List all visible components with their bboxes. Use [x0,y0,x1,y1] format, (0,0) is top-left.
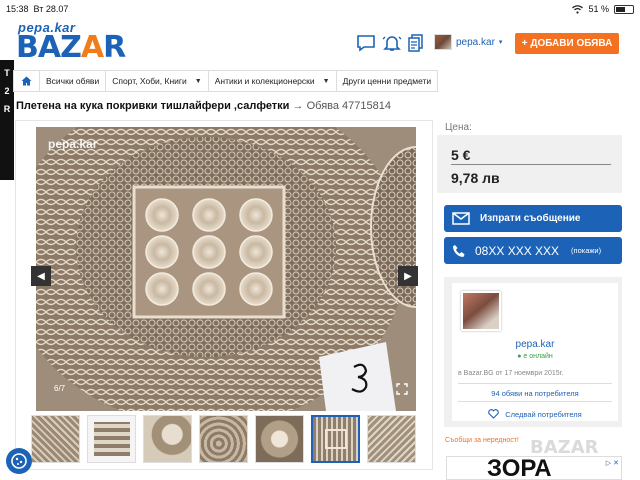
thumbnail-7[interactable] [367,415,416,463]
breadcrumb-item-all[interactable]: Всички обяви [40,71,107,91]
thumbnail-5[interactable] [255,415,304,463]
user-menu-name: pepa.kar [456,36,495,48]
ad-brand: ЗОРА [487,456,552,480]
heart-icon [488,409,500,419]
follow-label: Следвай потребителя [505,410,582,419]
thumbnail-strip [31,415,416,463]
thumbnail-2[interactable] [87,415,136,463]
photo-gallery: pepa.kar 6/7 ◀ ▶ [15,120,433,470]
breadcrumb-item-antiques[interactable]: Антики и колекционерски ▼ [209,71,337,91]
chevron-down-icon: ▾ [498,39,503,46]
ad-choices-icon[interactable]: ▷ ✕ [606,459,619,467]
price-eur: 5 € [451,147,471,163]
battery-icon [614,4,634,14]
status-time: 15:38 [6,4,29,14]
listing-title-text: Плетена на кука покривки тишлайфери ,сал… [16,100,290,112]
thumbnail-4[interactable] [199,415,248,463]
member-since: в Bazar.BG от 17 ноември 2015г. [458,370,564,377]
price-divider [451,164,611,165]
main-photo[interactable]: pepa.kar 6/7 [36,127,416,411]
listing-title: Плетена на кука покривки тишлайфери ,сал… [16,100,391,112]
next-photo-button[interactable]: ▶ [398,266,418,286]
fullscreen-icon[interactable] [396,383,408,395]
home-icon [21,76,32,86]
documents-icon[interactable] [406,34,426,52]
seller-card: pepa.kar ● е онлайн в Bazar.BG от 17 ное… [444,277,622,427]
breadcrumb-item-other[interactable]: Други ценни предмети [337,71,438,91]
listing-arrow: → [292,100,304,112]
logo-text: BAZAR [16,30,126,65]
photo-watermark: pepa.kar [48,137,98,151]
battery-percent: 51 % [588,4,609,14]
show-phone-button[interactable]: 08XX XXX XXX (покажи) [444,237,622,264]
thumbnail-6[interactable] [311,415,360,463]
phone-number: 08XX XXX XXX [475,243,560,258]
side-ad-text-1: T [4,68,10,78]
os-status-bar: 15:38 Вт 28.07 51 % [0,0,640,18]
side-ad-text-3: R [3,104,11,114]
divider [458,401,612,402]
site-logo[interactable]: pepa.kar BAZAR [16,20,126,65]
send-message-label: Изпрати съобщение [480,213,581,224]
phone-icon [453,244,465,257]
bottom-advertisement[interactable]: ЗОРА ▷ ✕ [446,456,622,480]
follow-user-button[interactable]: Следвай потребителя [452,409,618,419]
site-header: pepa.kar BAZAR pepa.kar ▾ + ДОБАВИ ОБЯВА [0,18,640,68]
crochet-doily-image [36,127,416,411]
side-ad-text-2: 2 [4,86,10,96]
price-box: 5 € 9,78 лв [437,135,622,193]
caret-down-icon: ▼ [322,77,330,85]
listing-id: Обява 47715814 [306,100,391,112]
price-label: Цена: [445,122,472,133]
arrow-right-icon: ▶ [404,270,412,282]
add-listing-button[interactable]: + ДОБАВИ ОБЯВА [515,33,619,54]
bazar-watermark-logo: BAZAR [530,437,599,458]
bell-icon[interactable] [382,34,402,52]
report-link[interactable]: Съобщи за нередност! [445,437,519,444]
seller-avatar[interactable] [461,291,501,331]
thumbnail-1[interactable] [31,415,80,463]
photo-counter: 6/7 [54,384,66,393]
cookie-icon [11,453,27,469]
chat-icon[interactable] [356,34,376,52]
divider [458,383,612,384]
send-message-button[interactable]: Изпрати съобщение [444,205,622,232]
cookie-settings-button[interactable] [6,448,32,474]
breadcrumb-home[interactable] [14,71,40,91]
seller-name[interactable]: pepa.kar [452,339,618,350]
caret-down-icon: ▼ [194,77,202,85]
price-bgn: 9,78 лв [451,170,500,186]
prev-photo-button[interactable]: ◀ [31,266,51,286]
breadcrumb: Всички обяви Спорт, Хоби, Книги ▼ Антики … [13,70,439,92]
breadcrumb-item-sport[interactable]: Спорт, Хоби, Книги ▼ [106,71,209,91]
online-status: ● е онлайн [517,353,553,360]
seller-ads-link[interactable]: 94 обяви на потребителя [452,389,618,398]
thumbnail-3[interactable] [143,415,192,463]
user-menu[interactable]: pepa.kar ▾ [434,34,502,50]
side-advertisement[interactable]: T 2 R [0,60,14,180]
show-phone-label: (покажи) [571,246,602,255]
status-date: Вт 28.07 [33,4,69,14]
arrow-left-icon: ◀ [37,270,45,282]
avatar [434,34,452,50]
envelope-icon [452,212,470,225]
wifi-icon [572,4,584,14]
